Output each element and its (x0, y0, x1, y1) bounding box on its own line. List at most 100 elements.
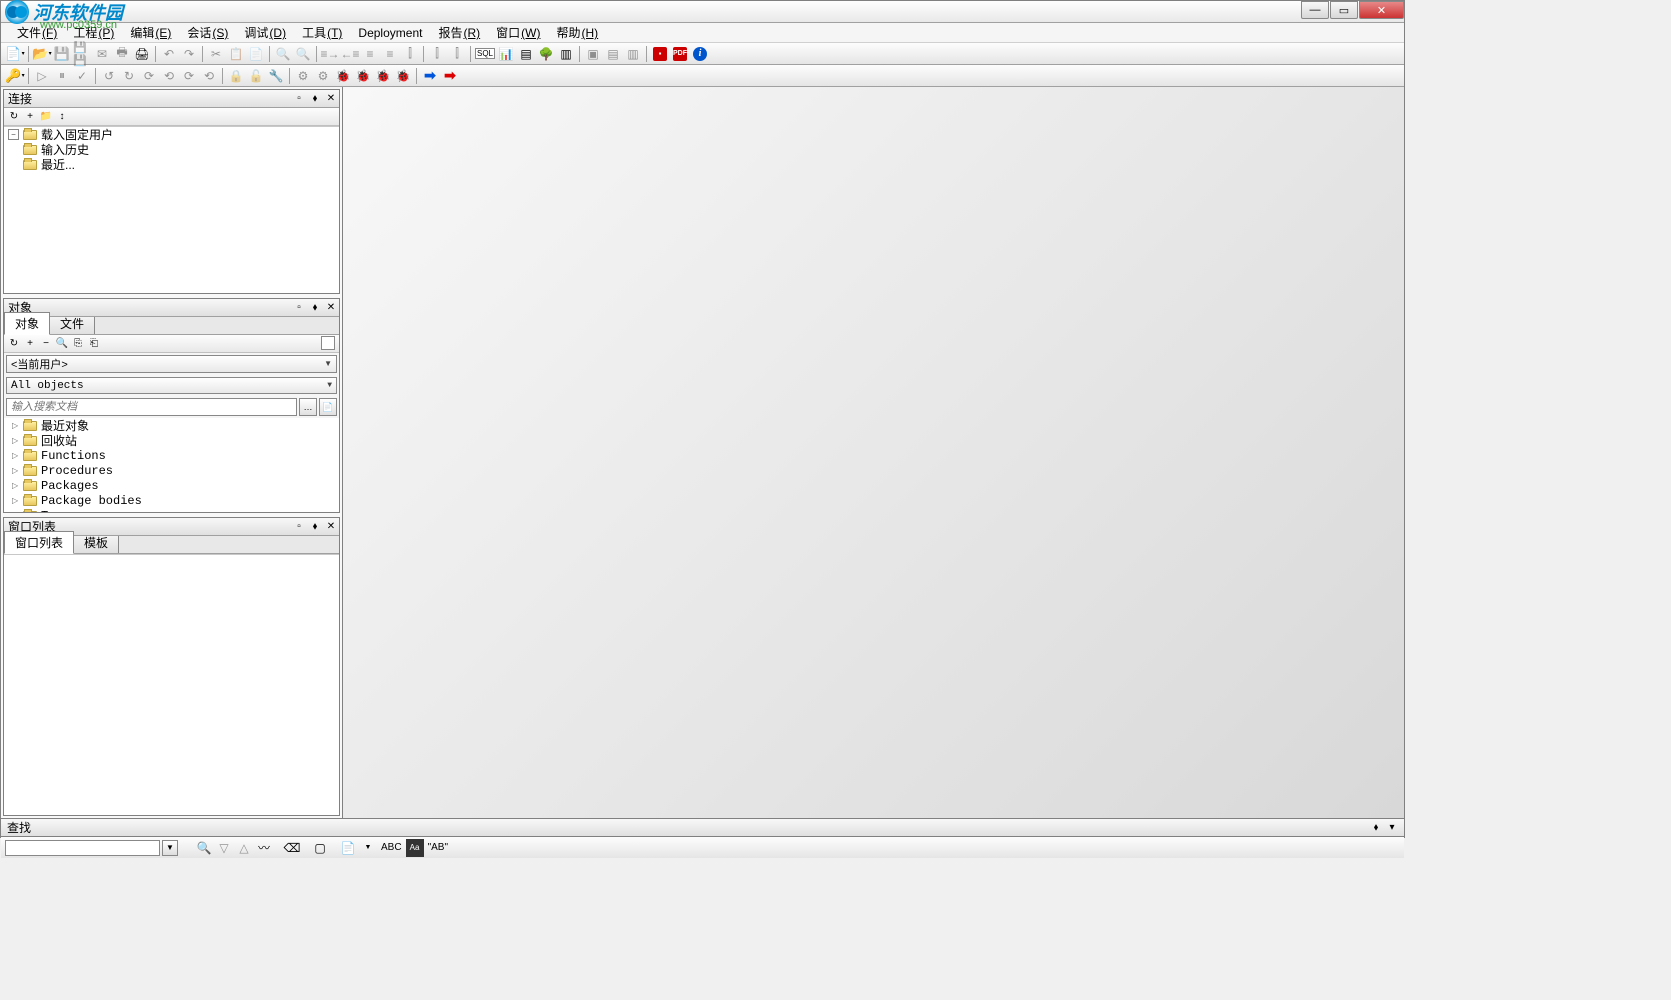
bookmark-button[interactable]: ⫿ (428, 45, 446, 63)
abc-button[interactable]: ABC (379, 839, 404, 857)
logon-button[interactable]: 🔑▾ (6, 67, 24, 85)
bug4-button[interactable]: 🐞 (394, 67, 412, 85)
compile2-button[interactable]: ⚙ (314, 67, 332, 85)
menu-debug[interactable]: 调试(D) (236, 24, 294, 41)
tree-item-recent[interactable]: ▷最近对象 (4, 418, 339, 433)
tree-item-functions[interactable]: ▷Functions (4, 448, 339, 463)
bug3-button[interactable]: 🐞 (374, 67, 392, 85)
panel-restore-icon[interactable]: ▫ (293, 521, 305, 532)
chevron-right-icon[interactable]: ▷ (12, 421, 21, 430)
panel-pin-icon[interactable]: ⬧ (1370, 822, 1382, 833)
tile-v-button[interactable]: ▥ (624, 45, 642, 63)
menu-edit[interactable]: 编辑(E) (122, 24, 179, 41)
replace-button[interactable]: 🔍 (294, 45, 312, 63)
fetch3-button[interactable]: ⟲ (160, 67, 178, 85)
up-icon[interactable]: △ (235, 839, 253, 857)
search-expand-button[interactable]: … (299, 398, 317, 416)
paste-button[interactable]: 📄 (247, 45, 265, 63)
panel-close-icon[interactable]: ✕ (325, 93, 337, 104)
command-window-button[interactable]: ▤ (517, 45, 535, 63)
status-search-combo[interactable] (5, 840, 160, 856)
binoculars-icon[interactable]: 🔍 (195, 839, 213, 857)
tile-h-button[interactable]: ▤ (604, 45, 622, 63)
indent-button[interactable]: ≡→ (321, 45, 339, 63)
user-dropdown[interactable]: <当前用户> (6, 355, 337, 373)
tab-windowlist[interactable]: 窗口列表 (4, 531, 74, 554)
comment-button[interactable]: ≡ (361, 45, 379, 63)
fetch4-button[interactable]: ⟳ (180, 67, 198, 85)
chevron-right-icon[interactable]: ▷ (12, 466, 21, 475)
rollback-button[interactable]: ↺ (100, 67, 118, 85)
panel-restore-icon[interactable]: ▫ (293, 302, 305, 313)
bug2-button[interactable]: 🐞 (354, 67, 372, 85)
connection-item-history[interactable]: 输入历史 (4, 142, 339, 157)
filter-dropdown[interactable]: All objects (6, 377, 337, 395)
sql-window-button[interactable]: SQL (475, 45, 495, 63)
expand-icon[interactable]: − (8, 129, 19, 140)
new-button[interactable]: 📄▾ (6, 45, 24, 63)
chevron-right-icon[interactable]: ▷ (12, 511, 21, 512)
panel-dropdown-icon[interactable]: ▾ (1386, 822, 1398, 833)
search-doc-button[interactable]: 📄 (319, 398, 337, 416)
refresh-icon[interactable]: ↻ (7, 336, 21, 350)
menu-report[interactable]: 报告(R) (430, 24, 488, 41)
find-button[interactable]: 🔍 (274, 45, 292, 63)
cascade-button[interactable]: ▣ (584, 45, 602, 63)
uncomment-button[interactable]: ≡ (381, 45, 399, 63)
fetch2-button[interactable]: ⟳ (140, 67, 158, 85)
tree-item-package-bodies[interactable]: ▷Package bodies (4, 493, 339, 508)
menu-session[interactable]: 会话(S) (179, 24, 236, 41)
add-icon[interactable]: + (23, 110, 37, 124)
paste-icon[interactable]: ⎗ (87, 336, 101, 350)
case-icon[interactable]: Aa (406, 839, 424, 857)
step-over-button[interactable]: ➡ (421, 67, 439, 85)
report-window-button[interactable]: 📊 (497, 45, 515, 63)
highlight-icon[interactable]: 〰 (255, 839, 273, 857)
connection-item-recent[interactable]: 最近... (4, 157, 339, 172)
bug1-button[interactable]: 🐞 (334, 67, 352, 85)
fetch5-button[interactable]: ⟲ (200, 67, 218, 85)
tree-item-packages[interactable]: ▷Packages (4, 478, 339, 493)
saveall-button[interactable]: 💾💾 (73, 45, 91, 63)
copy-button[interactable]: 📋 (227, 45, 245, 63)
down-icon[interactable]: ▽ (215, 839, 233, 857)
copy-icon[interactable]: ⎘ (71, 336, 85, 350)
unlock-button[interactable]: 🔓 (247, 67, 265, 85)
window-icon[interactable]: ▢ (311, 839, 329, 857)
undo-button[interactable]: ↶ (160, 45, 178, 63)
open-button[interactable]: 📂▾ (33, 45, 51, 63)
save-button[interactable]: 💾 (53, 45, 71, 63)
chevron-right-icon[interactable]: ▷ (12, 496, 21, 505)
tab-objects[interactable]: 对象 (4, 312, 50, 335)
next-bookmark-button[interactable]: ⫿ (448, 45, 466, 63)
tree-item-types[interactable]: ▷Types (4, 508, 339, 512)
commit-button[interactable]: ✓ (73, 67, 91, 85)
panel-restore-icon[interactable]: ▫ (293, 93, 305, 104)
sort-icon[interactable]: ↕ (55, 110, 69, 124)
tree-item-recycle[interactable]: ▷回收站 (4, 433, 339, 448)
outdent-button[interactable]: ←≡ (341, 45, 359, 63)
chevron-right-icon[interactable]: ▷ (12, 481, 21, 490)
info-button[interactable]: i (691, 45, 709, 63)
folder-icon[interactable]: 📁 (39, 110, 53, 124)
pdf-button[interactable]: PDF (671, 45, 689, 63)
explain-button[interactable]: 🌳 (537, 45, 555, 63)
menu-help[interactable]: 帮助(H) (548, 24, 606, 41)
menu-deployment[interactable]: Deployment (350, 26, 430, 40)
refresh-icon[interactable]: ↻ (7, 110, 21, 124)
chevron-right-icon[interactable]: ▷ (12, 451, 21, 460)
eraser-icon[interactable]: ⌫ (283, 839, 301, 857)
red-square-button[interactable]: ▪ (651, 45, 669, 63)
print-button[interactable]: 🖶 (113, 45, 131, 63)
status-dropdown-arrow[interactable]: ▼ (162, 840, 178, 856)
execute-button[interactable]: ▷ (33, 67, 51, 85)
search-input[interactable] (6, 398, 297, 416)
find-icon[interactable]: 🔍 (55, 336, 69, 350)
doc-icon[interactable]: 📄 (339, 839, 357, 857)
step-into-button[interactable]: ➡ (441, 67, 459, 85)
add-icon[interactable]: + (23, 336, 37, 350)
ab-quoted-button[interactable]: "AB" (426, 839, 450, 857)
checkbox[interactable] (321, 336, 335, 350)
email-button[interactable]: ✉ (93, 45, 111, 63)
wrench-button[interactable]: 🔧 (267, 67, 285, 85)
